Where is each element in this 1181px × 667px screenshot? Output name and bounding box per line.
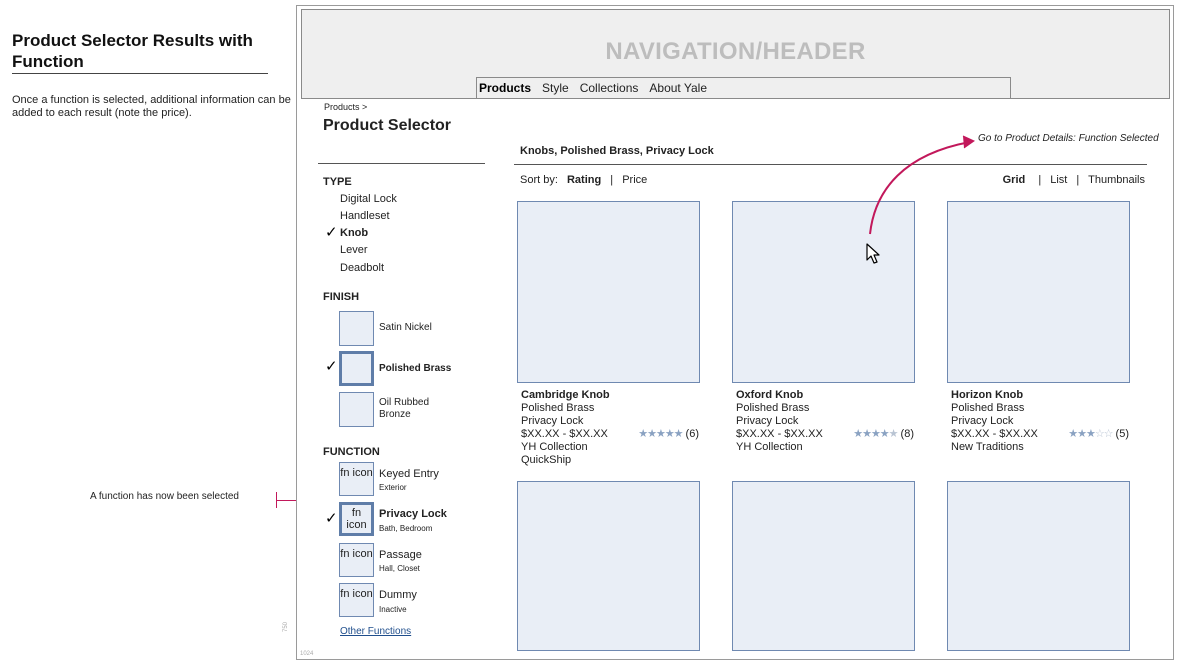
sidebar-divider: [318, 163, 485, 164]
fn-sub-passage: Hall, Closet: [379, 564, 420, 573]
fn-label-passage: Passage: [379, 549, 422, 561]
product-function: Privacy Lock: [521, 415, 584, 427]
product-function: Privacy Lock: [951, 415, 1014, 427]
breadcrumb[interactable]: Products >: [324, 102, 367, 112]
type-item-handleset[interactable]: Handleset: [340, 210, 390, 222]
product-card-oxford: Oxford Knob Polished Brass Privacy Lock …: [736, 389, 931, 454]
type-item-knob[interactable]: Knob: [340, 227, 368, 239]
other-functions-link[interactable]: Other Functions: [340, 626, 411, 637]
product-collection: YH Collection: [736, 441, 803, 453]
results-heading: Knobs, Polished Brass, Privacy Lock: [520, 145, 714, 157]
type-item-lever[interactable]: Lever: [340, 244, 368, 256]
product-name[interactable]: Oxford Knob: [736, 389, 931, 402]
finish-swatch-satin-nickel[interactable]: [339, 311, 374, 346]
product-finish: Polished Brass: [521, 402, 595, 414]
nav-about-yale[interactable]: About Yale: [649, 81, 718, 95]
header-title: NAVIGATION/HEADER: [605, 38, 866, 65]
star-rating-icon: ★★★★★ (8): [853, 428, 914, 440]
function-heading: FUNCTION: [323, 446, 380, 458]
finish-swatch-polished-brass[interactable]: [339, 351, 374, 386]
view-grid[interactable]: Grid: [1003, 174, 1026, 186]
product-image-cambridge[interactable]: [517, 201, 700, 383]
sort-price[interactable]: Price: [622, 174, 647, 186]
check-icon: ✓: [325, 358, 338, 375]
review-count[interactable]: (8): [901, 428, 914, 440]
main-nav: Products Style Collections About Yale: [476, 77, 1011, 98]
product-image-placeholder[interactable]: [517, 481, 700, 651]
product-image-placeholder[interactable]: [732, 481, 915, 651]
mouse-cursor-icon: [866, 243, 880, 264]
product-finish: Polished Brass: [736, 402, 810, 414]
separator: |: [1038, 174, 1042, 186]
review-count[interactable]: (6): [686, 428, 699, 440]
fn-icon-dummy[interactable]: fn icon: [339, 583, 374, 617]
product-price: $XX.XX - $XX.XX: [521, 428, 608, 440]
product-price: $XX.XX - $XX.XX: [736, 428, 823, 440]
product-shipping: QuickShip: [521, 454, 572, 466]
finish-label-oil-rubbed-bronze: Oil Rubbed Bronze: [379, 397, 430, 420]
price-row: $XX.XX - $XX.XX ★★★★★ (6): [521, 428, 699, 441]
doc-title: Product Selector Results with Function: [12, 30, 268, 74]
product-card-cambridge: Cambridge Knob Polished Brass Privacy Lo…: [521, 389, 716, 467]
product-price: $XX.XX - $XX.XX: [951, 428, 1038, 440]
frame-width-label: 1024: [300, 651, 314, 657]
review-count[interactable]: (5): [1116, 428, 1129, 440]
type-item-deadbolt[interactable]: Deadbolt: [340, 262, 384, 274]
product-details-annotation: Go to Product Details: Function Selected: [978, 133, 1159, 144]
separator: |: [1076, 174, 1080, 186]
star-rating-icon: ★★★☆☆ (5): [1068, 428, 1129, 440]
product-finish: Polished Brass: [951, 402, 1025, 414]
frame-height-label: 750: [283, 621, 289, 632]
nav-style[interactable]: Style: [542, 81, 580, 95]
page-title: Product Selector: [323, 117, 452, 134]
product-card-horizon: Horizon Knob Polished Brass Privacy Lock…: [951, 389, 1146, 454]
view-bar: Grid | List | Thumbnails: [1003, 174, 1145, 186]
annotation-arrow-icon: [869, 135, 976, 235]
view-list[interactable]: List: [1050, 174, 1067, 186]
doc-description: Once a function is selected, additional …: [12, 94, 291, 119]
product-name[interactable]: Cambridge Knob: [521, 389, 716, 402]
results-divider: [514, 164, 1147, 165]
fn-label-privacy-lock: Privacy Lock: [379, 508, 447, 520]
fn-icon-keyed-entry[interactable]: fn icon: [339, 462, 374, 496]
nav-products[interactable]: Products: [477, 81, 542, 95]
fn-label-dummy: Dummy: [379, 589, 417, 601]
finish-label-polished-brass: Polished Brass: [379, 363, 452, 374]
product-name[interactable]: Horizon Knob: [951, 389, 1146, 402]
product-image-placeholder[interactable]: [947, 481, 1130, 651]
finish-swatch-oil-rubbed-bronze[interactable]: [339, 392, 374, 427]
sort-rating[interactable]: Rating: [567, 174, 601, 186]
function-note: A function has now been selected: [90, 491, 239, 502]
finish-heading: FINISH: [323, 291, 360, 303]
type-heading: TYPE: [323, 176, 352, 188]
product-function: Privacy Lock: [736, 415, 799, 427]
sort-label: Sort by:: [520, 174, 558, 186]
price-row: $XX.XX - $XX.XX ★★★☆☆ (5): [951, 428, 1129, 441]
view-thumbnails[interactable]: Thumbnails: [1088, 174, 1145, 186]
price-row: $XX.XX - $XX.XX ★★★★★ (8): [736, 428, 914, 441]
fn-label-keyed-entry: Keyed Entry: [379, 468, 439, 480]
fn-sub-privacy-lock: Bath, Bedroom: [379, 524, 433, 533]
check-icon: ✓: [325, 224, 338, 241]
finish-label-satin-nickel: Satin Nickel: [379, 322, 432, 333]
product-collection: New Traditions: [951, 441, 1024, 453]
nav-collections[interactable]: Collections: [580, 81, 650, 95]
check-icon: ✓: [325, 510, 338, 527]
fn-sub-dummy: Inactive: [379, 605, 407, 614]
sort-bar: Sort by: Rating | Price: [520, 174, 647, 186]
note-bracket: [276, 492, 277, 508]
type-item-digital-lock[interactable]: Digital Lock: [340, 193, 397, 205]
fn-icon-passage[interactable]: fn icon: [339, 543, 374, 577]
product-collection: YH Collection: [521, 441, 588, 453]
fn-icon-privacy-lock[interactable]: fn icon: [339, 502, 374, 536]
fn-sub-keyed-entry: Exterior: [379, 483, 407, 492]
star-rating-icon: ★★★★★ (6): [638, 428, 699, 440]
separator: |: [610, 174, 614, 186]
